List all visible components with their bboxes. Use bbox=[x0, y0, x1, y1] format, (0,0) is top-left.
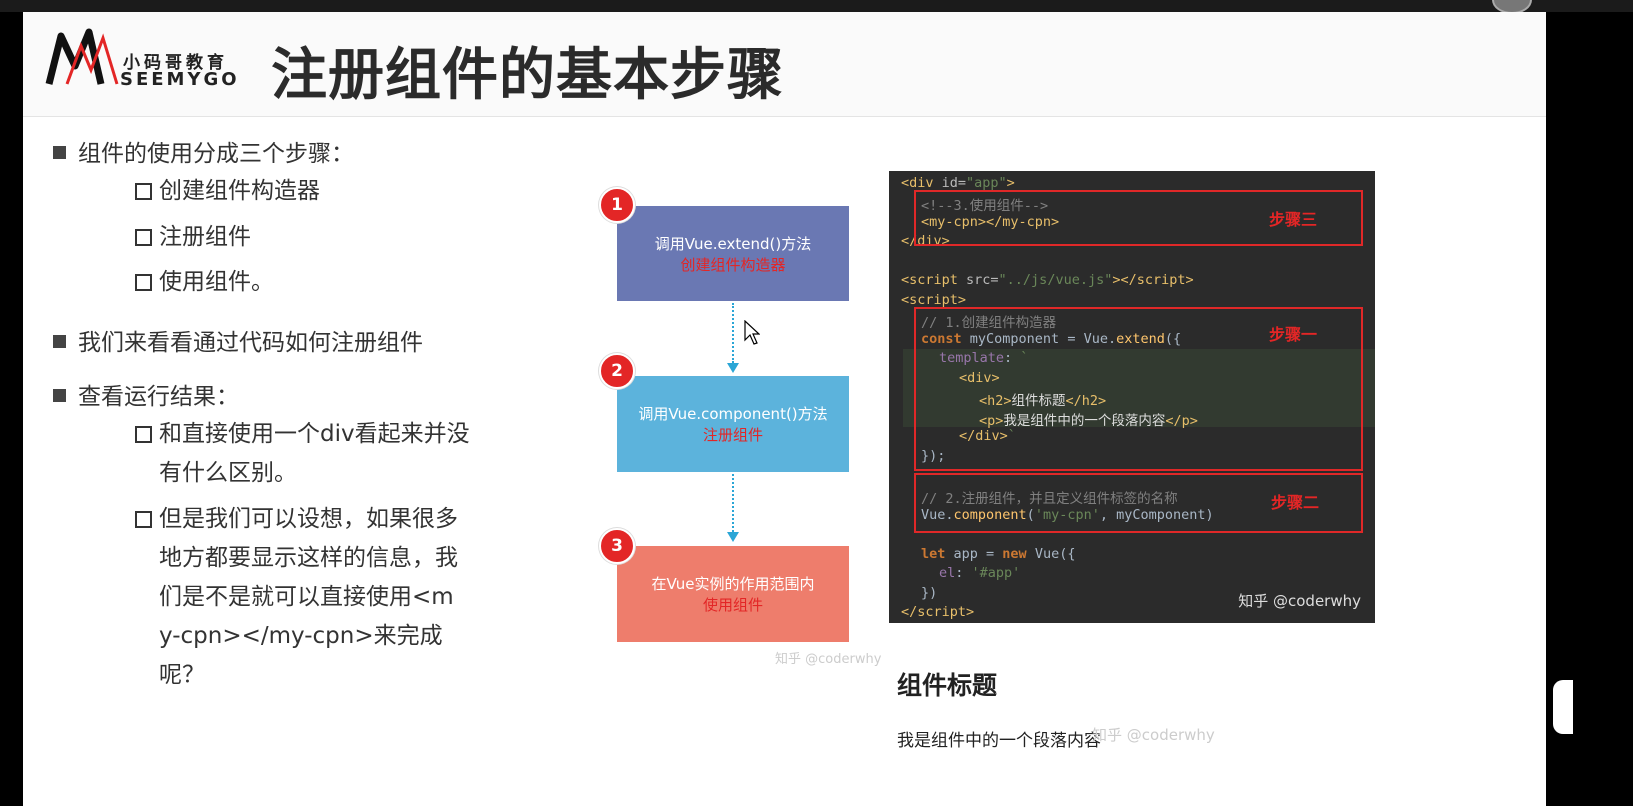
hollow-square-icon bbox=[135, 229, 152, 246]
hollow-square-icon bbox=[135, 426, 152, 443]
step-badge-2: 2 bbox=[599, 353, 635, 389]
code-screenshot: <div id="app"> <!--3.使用组件--> <my-cpn></m… bbox=[889, 171, 1375, 623]
arrow-down-icon bbox=[727, 363, 739, 373]
bullet-text: 我们来看看通过代码如何注册组件 bbox=[78, 330, 423, 356]
bullet-text: 组件的使用分成三个步骤： bbox=[78, 141, 354, 167]
hollow-square-icon bbox=[135, 511, 152, 528]
side-panel-handle[interactable] bbox=[1553, 680, 1573, 734]
bullet-result: 查看运行结果： bbox=[53, 377, 239, 411]
square-bullet-icon bbox=[53, 146, 66, 159]
square-bullet-icon bbox=[53, 335, 66, 348]
hollow-square-icon bbox=[135, 183, 152, 200]
hollow-square-icon bbox=[135, 274, 152, 291]
bullet-steps: 组件的使用分成三个步骤： bbox=[53, 134, 354, 168]
step-three-label: 步骤三 bbox=[1269, 210, 1318, 229]
step-two-label: 步骤二 bbox=[1271, 493, 1320, 512]
flow-step-2: 调用Vue.component()方法 注册组件 bbox=[617, 376, 849, 472]
logo-english-text: SEEMYGO bbox=[120, 69, 240, 90]
arrow-down-icon bbox=[727, 532, 739, 542]
flow-step-3: 在Vue实例的作用范围内 使用组件 bbox=[617, 546, 849, 642]
window-top-bar bbox=[0, 0, 1633, 14]
slide-title: 注册组件的基本步骤 bbox=[271, 43, 784, 108]
step-badge-1: 1 bbox=[599, 187, 635, 223]
diagram-watermark: 知乎 @coderwhy bbox=[775, 652, 882, 667]
step-one-label: 步骤一 bbox=[1269, 325, 1318, 344]
sub-bullet: 使用组件。 bbox=[135, 263, 515, 302]
step-badge-3: 3 bbox=[599, 528, 635, 564]
logo-mark-icon bbox=[45, 28, 119, 85]
code-watermark: 知乎 @coderwhy bbox=[1238, 592, 1361, 610]
result-watermark: 知乎 @coderwhy bbox=[1092, 726, 1215, 744]
mouse-cursor-icon bbox=[744, 320, 760, 345]
slide-header: 小码哥教育 SEEMYGO 注册组件的基本步骤 bbox=[23, 12, 1546, 117]
flow-arrow bbox=[732, 474, 734, 532]
sub-bullet: 但是我们可以设想，如果很多地方都要显示这样的信息，我们是不是就可以直接使用<my… bbox=[135, 500, 465, 695]
flow-arrow bbox=[732, 303, 734, 363]
result-heading: 组件标题 bbox=[897, 671, 998, 700]
square-bullet-icon bbox=[53, 389, 66, 402]
bullet-text: 查看运行结果： bbox=[78, 384, 239, 410]
sub-bullet: 注册组件 bbox=[135, 218, 515, 257]
result-paragraph: 我是组件中的一个段落内容 bbox=[897, 731, 1101, 751]
sub-bullet: 和直接使用一个div看起来并没有什么区别。 bbox=[135, 415, 475, 493]
flow-step-1: 调用Vue.extend()方法 创建组件构造器 bbox=[617, 206, 849, 301]
sub-bullet: 创建组件构造器 bbox=[135, 172, 515, 211]
bullet-code: 我们来看看通过代码如何注册组件 bbox=[53, 323, 423, 357]
